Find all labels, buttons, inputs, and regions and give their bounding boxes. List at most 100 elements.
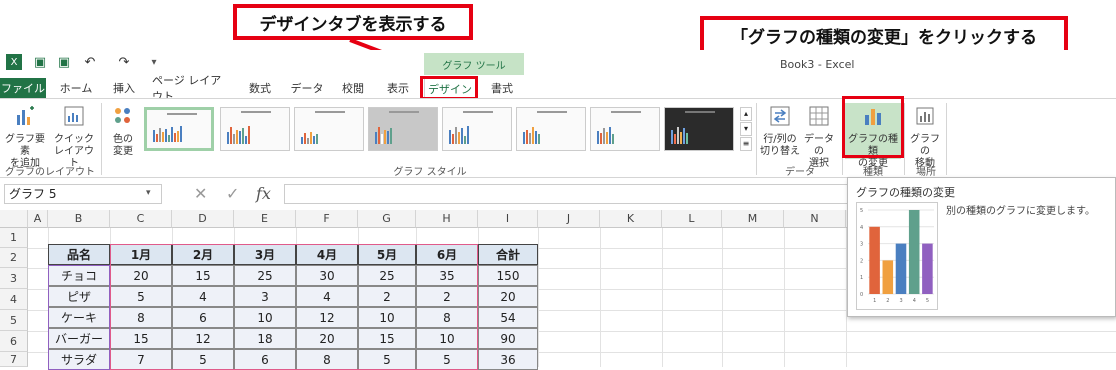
select-all-corner[interactable] [0, 210, 28, 228]
chart-style-8[interactable] [664, 107, 734, 151]
table-header-cell[interactable]: 2月 [172, 244, 234, 265]
chart-style-2[interactable] [220, 107, 290, 151]
table-cell[interactable]: 54 [478, 307, 538, 328]
table-cell[interactable]: 90 [478, 328, 538, 349]
gallery-more-icon[interactable]: ≡ [740, 137, 752, 151]
tab-home[interactable]: ホーム [56, 78, 96, 98]
redo-icon[interactable]: ↷ [116, 54, 132, 70]
table-cell[interactable]: 12 [172, 328, 234, 349]
preview-y-tick-label: 0 [860, 292, 863, 298]
table-cell[interactable]: 2 [416, 286, 478, 307]
chart-style-3[interactable] [294, 107, 364, 151]
table-cell[interactable]: 8 [110, 307, 172, 328]
table-cell[interactable]: 12 [296, 307, 358, 328]
switch-row-column-button[interactable]: 行/列の 切り替え [760, 105, 800, 158]
add-chart-element-button[interactable]: グラフ要素 を追加 [2, 105, 48, 170]
table-cell[interactable]: 15 [358, 328, 416, 349]
row-header[interactable]: 6 [0, 331, 28, 352]
table-header-cell[interactable]: 3月 [234, 244, 296, 265]
table-header-cell[interactable]: 6月 [416, 244, 478, 265]
table-cell[interactable]: 20 [296, 328, 358, 349]
save-as-icon[interactable]: ▣ [56, 54, 72, 70]
tab-insert[interactable]: 挿入 [106, 78, 142, 98]
table-header-cell[interactable]: 5月 [358, 244, 416, 265]
column-header[interactable]: L [662, 210, 722, 228]
name-box-dropdown-icon[interactable]: ▾ [146, 188, 151, 198]
column-header[interactable]: E [234, 210, 296, 228]
table-cell[interactable]: 8 [416, 307, 478, 328]
column-header[interactable]: A [28, 210, 48, 228]
gallery-scroll-down-icon[interactable]: ▾ [740, 122, 752, 136]
undo-icon[interactable]: ↶ [82, 54, 98, 70]
row-header[interactable]: 4 [0, 289, 28, 310]
row-header[interactable]: 7 [0, 352, 28, 367]
change-colors-button[interactable]: 色の 変更 [104, 105, 142, 158]
table-header-cell[interactable]: 4月 [296, 244, 358, 265]
chart-style-4[interactable] [368, 107, 438, 151]
table-header-cell[interactable]: 1月 [110, 244, 172, 265]
chart-style-6[interactable] [516, 107, 586, 151]
table-cell[interactable]: ピザ [48, 286, 110, 307]
table-cell[interactable]: チョコ [48, 265, 110, 286]
table-cell[interactable]: 35 [416, 265, 478, 286]
tab-file[interactable]: ファイル [0, 78, 46, 98]
save-icon[interactable]: ▣ [32, 54, 48, 70]
tab-view[interactable]: 表示 [380, 78, 416, 98]
column-header[interactable]: G [358, 210, 416, 228]
table-cell[interactable]: 2 [358, 286, 416, 307]
separator [904, 103, 905, 175]
column-header[interactable]: I [478, 210, 538, 228]
table-cell[interactable]: 5 [110, 286, 172, 307]
quick-layout-button[interactable]: クイック レイアウト [50, 105, 98, 170]
table-cell[interactable]: 6 [172, 307, 234, 328]
column-header[interactable]: H [416, 210, 478, 228]
tab-data[interactable]: データ [288, 78, 326, 98]
column-header[interactable]: M [722, 210, 784, 228]
cancel-icon[interactable]: ✕ [194, 184, 207, 203]
tab-formulas[interactable]: 数式 [242, 78, 278, 98]
table-cell[interactable]: 20 [478, 286, 538, 307]
column-header[interactable]: D [172, 210, 234, 228]
table-cell[interactable]: 30 [296, 265, 358, 286]
table-cell[interactable]: 150 [478, 265, 538, 286]
table-header-cell[interactable]: 合計 [478, 244, 538, 265]
chart-style-7[interactable] [590, 107, 660, 151]
table-header-cell[interactable]: 品名 [48, 244, 110, 265]
gallery-scroll-up-icon[interactable]: ▴ [740, 107, 752, 121]
column-header[interactable]: K [600, 210, 662, 228]
customize-qat-icon[interactable]: ▾ [146, 54, 162, 70]
table-cell[interactable]: 10 [416, 328, 478, 349]
table-cell[interactable]: 4 [296, 286, 358, 307]
column-header[interactable]: F [296, 210, 358, 228]
row-header[interactable]: 5 [0, 310, 28, 331]
row-header[interactable]: 2 [0, 248, 28, 268]
table-cell[interactable]: 15 [172, 265, 234, 286]
tab-page-layout[interactable]: ページ レイアウト [152, 74, 232, 103]
name-box[interactable]: グラフ 5 [4, 184, 162, 204]
move-chart-button[interactable]: グラフの 移動 [906, 105, 944, 170]
table-cell[interactable]: 15 [110, 328, 172, 349]
row-header[interactable]: 1 [0, 228, 28, 248]
column-header[interactable]: N [784, 210, 846, 228]
column-header[interactable]: B [48, 210, 110, 228]
table-cell[interactable]: ケーキ [48, 307, 110, 328]
row-header[interactable]: 3 [0, 268, 28, 289]
table-cell[interactable]: 25 [358, 265, 416, 286]
insert-function-icon[interactable]: fx [256, 184, 271, 203]
table-cell[interactable]: バーガー [48, 328, 110, 349]
tab-review[interactable]: 校閲 [336, 78, 370, 98]
column-header[interactable]: C [110, 210, 172, 228]
table-cell[interactable]: 3 [234, 286, 296, 307]
column-header[interactable]: J [538, 210, 600, 228]
enter-icon[interactable]: ✓ [226, 184, 239, 203]
table-cell[interactable]: 18 [234, 328, 296, 349]
table-cell[interactable]: 10 [234, 307, 296, 328]
chart-style-5[interactable] [442, 107, 512, 151]
table-cell[interactable]: 25 [234, 265, 296, 286]
select-data-button[interactable]: データの 選択 [800, 105, 838, 170]
table-cell[interactable]: 4 [172, 286, 234, 307]
tab-format[interactable]: 書式 [484, 78, 520, 98]
chart-style-1[interactable] [144, 107, 214, 151]
table-cell[interactable]: 10 [358, 307, 416, 328]
table-cell[interactable]: 20 [110, 265, 172, 286]
